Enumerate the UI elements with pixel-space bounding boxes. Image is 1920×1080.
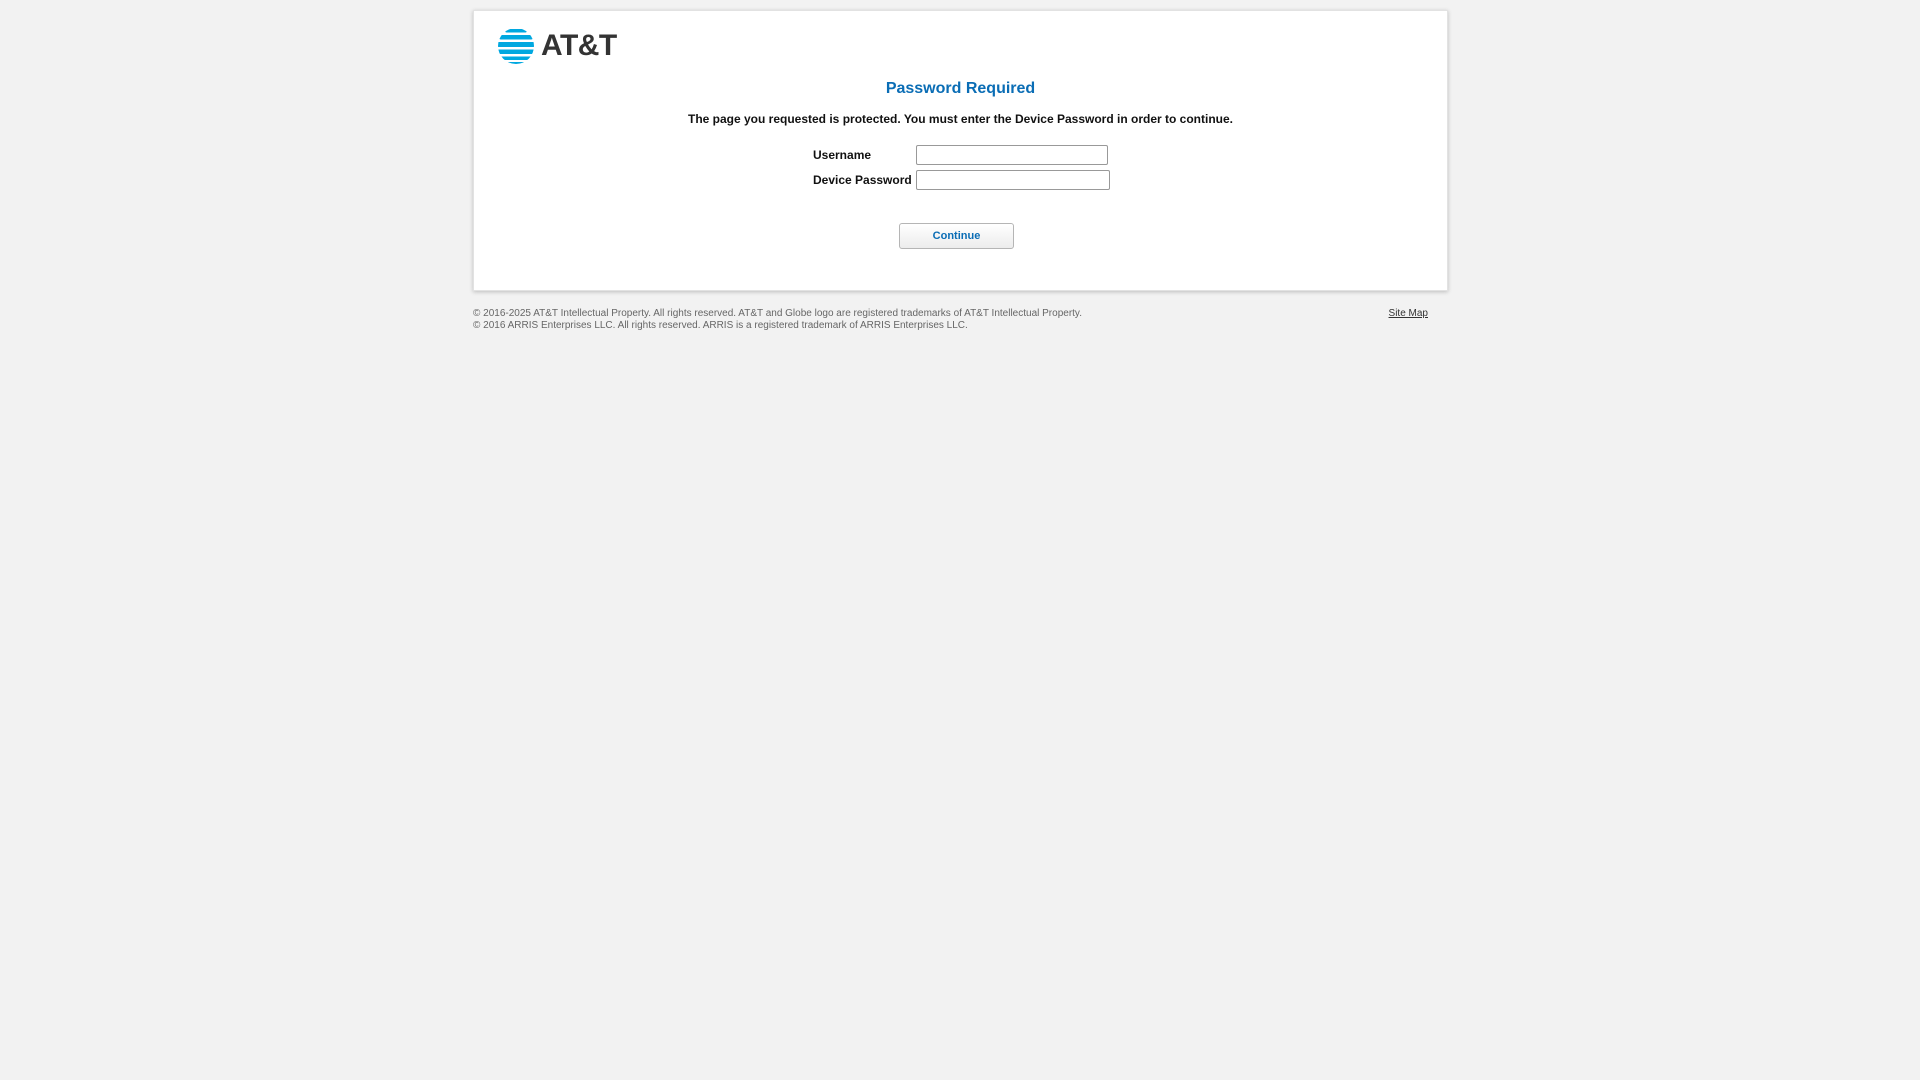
- login-form: Username Device Password: [813, 142, 1110, 192]
- page-description: The page you requested is protected. You…: [687, 112, 1233, 126]
- page: AT&T Password Required The page you requ…: [0, 0, 1920, 1080]
- site-map-link[interactable]: Site Map: [1389, 308, 1428, 320]
- username-row: Username: [813, 142, 1110, 167]
- login-card: AT&T Password Required The page you requ…: [473, 10, 1448, 291]
- footer: © 2016-2025 AT&T Intellectual Property. …: [473, 308, 1428, 332]
- att-globe-icon: [497, 27, 535, 65]
- device-password-input[interactable]: [916, 169, 1110, 190]
- att-logo: AT&T: [497, 27, 617, 65]
- continue-button[interactable]: Continue: [899, 223, 1014, 249]
- password-label: Device Password: [813, 172, 912, 187]
- logo-text: AT&T: [541, 29, 617, 62]
- username-label: Username: [813, 147, 872, 162]
- username-input[interactable]: [916, 144, 1108, 165]
- copyright-att: © 2016-2025 AT&T Intellectual Property. …: [473, 308, 1082, 319]
- copyright-arris: © 2016 ARRIS Enterprises LLC. All rights…: [473, 320, 968, 331]
- page-title: Password Required: [885, 80, 1036, 97]
- password-row: Device Password: [813, 167, 1110, 192]
